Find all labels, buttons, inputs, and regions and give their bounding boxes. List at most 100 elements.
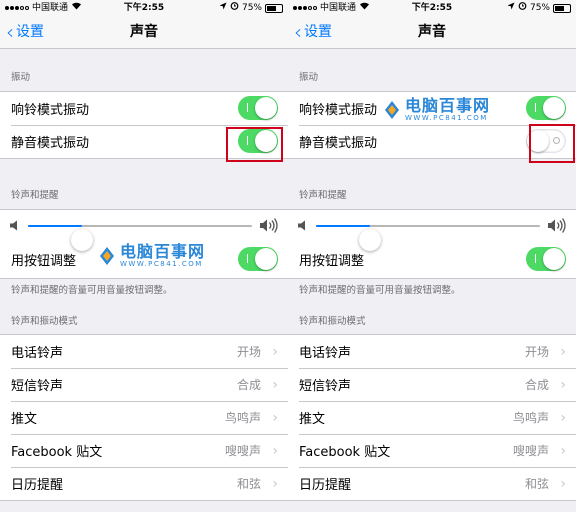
chevron-right-icon: ›: [272, 409, 278, 426]
list-item-ringtone[interactable]: 电话铃声 开场 ›: [288, 335, 576, 368]
list-item-label: 短信铃声: [299, 379, 352, 394]
chevron-right-icon: ›: [560, 409, 566, 426]
ring-vibrate-toggle[interactable]: [526, 96, 566, 120]
list-item-value: 鸟鸣声: [512, 411, 549, 425]
chevron-right-icon: ›: [272, 442, 278, 459]
chevron-left-icon: ‹: [294, 20, 302, 44]
volume-slider-row: [288, 210, 576, 251]
speaker-low-icon: [298, 220, 305, 231]
status-bar: 中国联通 下午2:55 75%: [0, 0, 288, 16]
list-item-text-tone[interactable]: 短信铃声 合成 ›: [288, 368, 576, 401]
ringer-footer-note: 铃声和提醒的音量可用音量按钮调整。: [11, 285, 173, 296]
vibrate-group: 响铃模式振动 静音模式振动: [288, 91, 576, 159]
section-header-patterns: 铃声和振动模式: [11, 316, 78, 327]
change-with-buttons-row: 用按钮调整: [0, 241, 288, 278]
battery-percent: 75%: [241, 3, 262, 13]
ring-vibrate-label: 响铃模式振动: [299, 103, 378, 118]
list-item-value: 开场: [524, 345, 549, 359]
back-button[interactable]: ‹ 设置: [294, 16, 332, 48]
alarm-icon: [230, 0, 239, 16]
silent-vibrate-label: 静音模式振动: [299, 136, 378, 151]
section-header-ringer: 铃声和提醒: [11, 190, 59, 201]
change-with-buttons-row: 用按钮调整: [288, 241, 576, 278]
chevron-right-icon: ›: [272, 376, 278, 393]
chevron-right-icon: ›: [560, 442, 566, 459]
silent-vibrate-row: 静音模式振动: [0, 125, 288, 158]
list-item-tweet[interactable]: 推文 鸟鸣声 ›: [0, 401, 288, 434]
patterns-group: 电话铃声 开场 › 短信铃声 合成 › 推文 鸟鸣声 › Facebook 贴文…: [288, 334, 576, 501]
chevron-right-icon: ›: [272, 343, 278, 360]
list-item-value: 合成: [524, 378, 549, 392]
list-item-label: 推文: [299, 412, 326, 427]
list-item-label: 电话铃声: [299, 346, 352, 361]
ring-vibrate-toggle[interactable]: [238, 96, 278, 120]
battery-icon: [265, 3, 283, 13]
list-item-value: 合成: [236, 378, 261, 392]
list-item-value: 和弦: [524, 477, 549, 491]
section-header-vibrate: 振动: [11, 72, 31, 83]
silent-vibrate-toggle[interactable]: [238, 129, 278, 153]
change-with-buttons-label: 用按钮调整: [11, 254, 77, 269]
ring-vibrate-row: 响铃模式振动: [288, 92, 576, 125]
battery-icon: [553, 3, 571, 13]
location-icon: [507, 0, 515, 16]
list-item-calendar-alert[interactable]: 日历提醒 和弦 ›: [288, 467, 576, 500]
chevron-right-icon: ›: [272, 475, 278, 492]
list-item-value: 鸟鸣声: [224, 411, 261, 425]
list-item-label: 电话铃声: [11, 346, 64, 361]
ring-vibrate-row: 响铃模式振动: [0, 92, 288, 125]
ring-vibrate-label: 响铃模式振动: [11, 103, 90, 118]
speaker-low-icon: [10, 220, 17, 231]
back-label: 设置: [16, 24, 44, 40]
list-item-label: 短信铃声: [11, 379, 64, 394]
chevron-right-icon: ›: [560, 475, 566, 492]
volume-slider-row: [0, 210, 288, 251]
section-header-patterns: 铃声和振动模式: [299, 316, 366, 327]
list-item-facebook-post[interactable]: Facebook 贴文 嗖嗖声 ›: [288, 434, 576, 467]
list-item-tweet[interactable]: 推文 鸟鸣声 ›: [288, 401, 576, 434]
battery-percent: 75%: [529, 3, 550, 13]
chevron-left-icon: ‹: [6, 20, 14, 44]
navigation-bar: ‹ 设置 声音: [0, 16, 288, 49]
silent-vibrate-label: 静音模式振动: [11, 136, 90, 151]
volume-slider[interactable]: [28, 225, 252, 251]
section-header-vibrate: 振动: [299, 72, 319, 83]
chevron-right-icon: ›: [560, 343, 566, 360]
navigation-bar: ‹ 设置 声音: [288, 16, 576, 49]
chevron-right-icon: ›: [560, 376, 566, 393]
list-item-label: 日历提醒: [11, 478, 64, 493]
ringer-group: 用按钮调整: [288, 209, 576, 279]
list-item-value: 嗖嗖声: [224, 444, 261, 458]
list-item-ringtone[interactable]: 电话铃声 开场 ›: [0, 335, 288, 368]
list-item-label: Facebook 贴文: [299, 445, 391, 460]
list-item-label: 日历提醒: [299, 478, 352, 493]
location-icon: [219, 0, 227, 16]
ringer-footer-note: 铃声和提醒的音量可用音量按钮调整。: [299, 285, 461, 296]
list-item-value: 嗖嗖声: [512, 444, 549, 458]
list-item-label: 推文: [11, 412, 38, 427]
list-item-facebook-post[interactable]: Facebook 贴文 嗖嗖声 ›: [0, 434, 288, 467]
silent-vibrate-toggle[interactable]: [526, 129, 566, 153]
change-with-buttons-toggle[interactable]: [526, 247, 566, 271]
status-bar: 中国联通 下午2:55 75%: [288, 0, 576, 16]
list-item-calendar-alert[interactable]: 日历提醒 和弦 ›: [0, 467, 288, 500]
back-button[interactable]: ‹ 设置: [6, 16, 44, 48]
speaker-high-icon: [548, 218, 566, 233]
list-item-value: 和弦: [236, 477, 261, 491]
change-with-buttons-toggle[interactable]: [238, 247, 278, 271]
silent-vibrate-row: 静音模式振动: [288, 125, 576, 158]
back-label: 设置: [304, 24, 332, 40]
alarm-icon: [518, 0, 527, 16]
speaker-high-icon: [260, 218, 278, 233]
patterns-group: 电话铃声 开场 › 短信铃声 合成 › 推文 鸟鸣声 › Facebook 贴文…: [0, 334, 288, 501]
list-item-label: Facebook 贴文: [11, 445, 103, 460]
ringer-group: 用按钮调整: [0, 209, 288, 279]
list-item-text-tone[interactable]: 短信铃声 合成 ›: [0, 368, 288, 401]
section-header-ringer: 铃声和提醒: [299, 190, 347, 201]
left-screenshot: 中国联通 下午2:55 75% ‹ 设置 声音 振动 响铃模式振动 静音模式振动…: [0, 0, 288, 512]
vibrate-group: 响铃模式振动 静音模式振动: [0, 91, 288, 159]
list-item-value: 开场: [236, 345, 261, 359]
change-with-buttons-label: 用按钮调整: [299, 254, 365, 269]
volume-slider[interactable]: [316, 225, 540, 251]
right-screenshot: 中国联通 下午2:55 75% ‹ 设置 声音 振动 响铃模式振动 静音模式振动…: [288, 0, 576, 512]
